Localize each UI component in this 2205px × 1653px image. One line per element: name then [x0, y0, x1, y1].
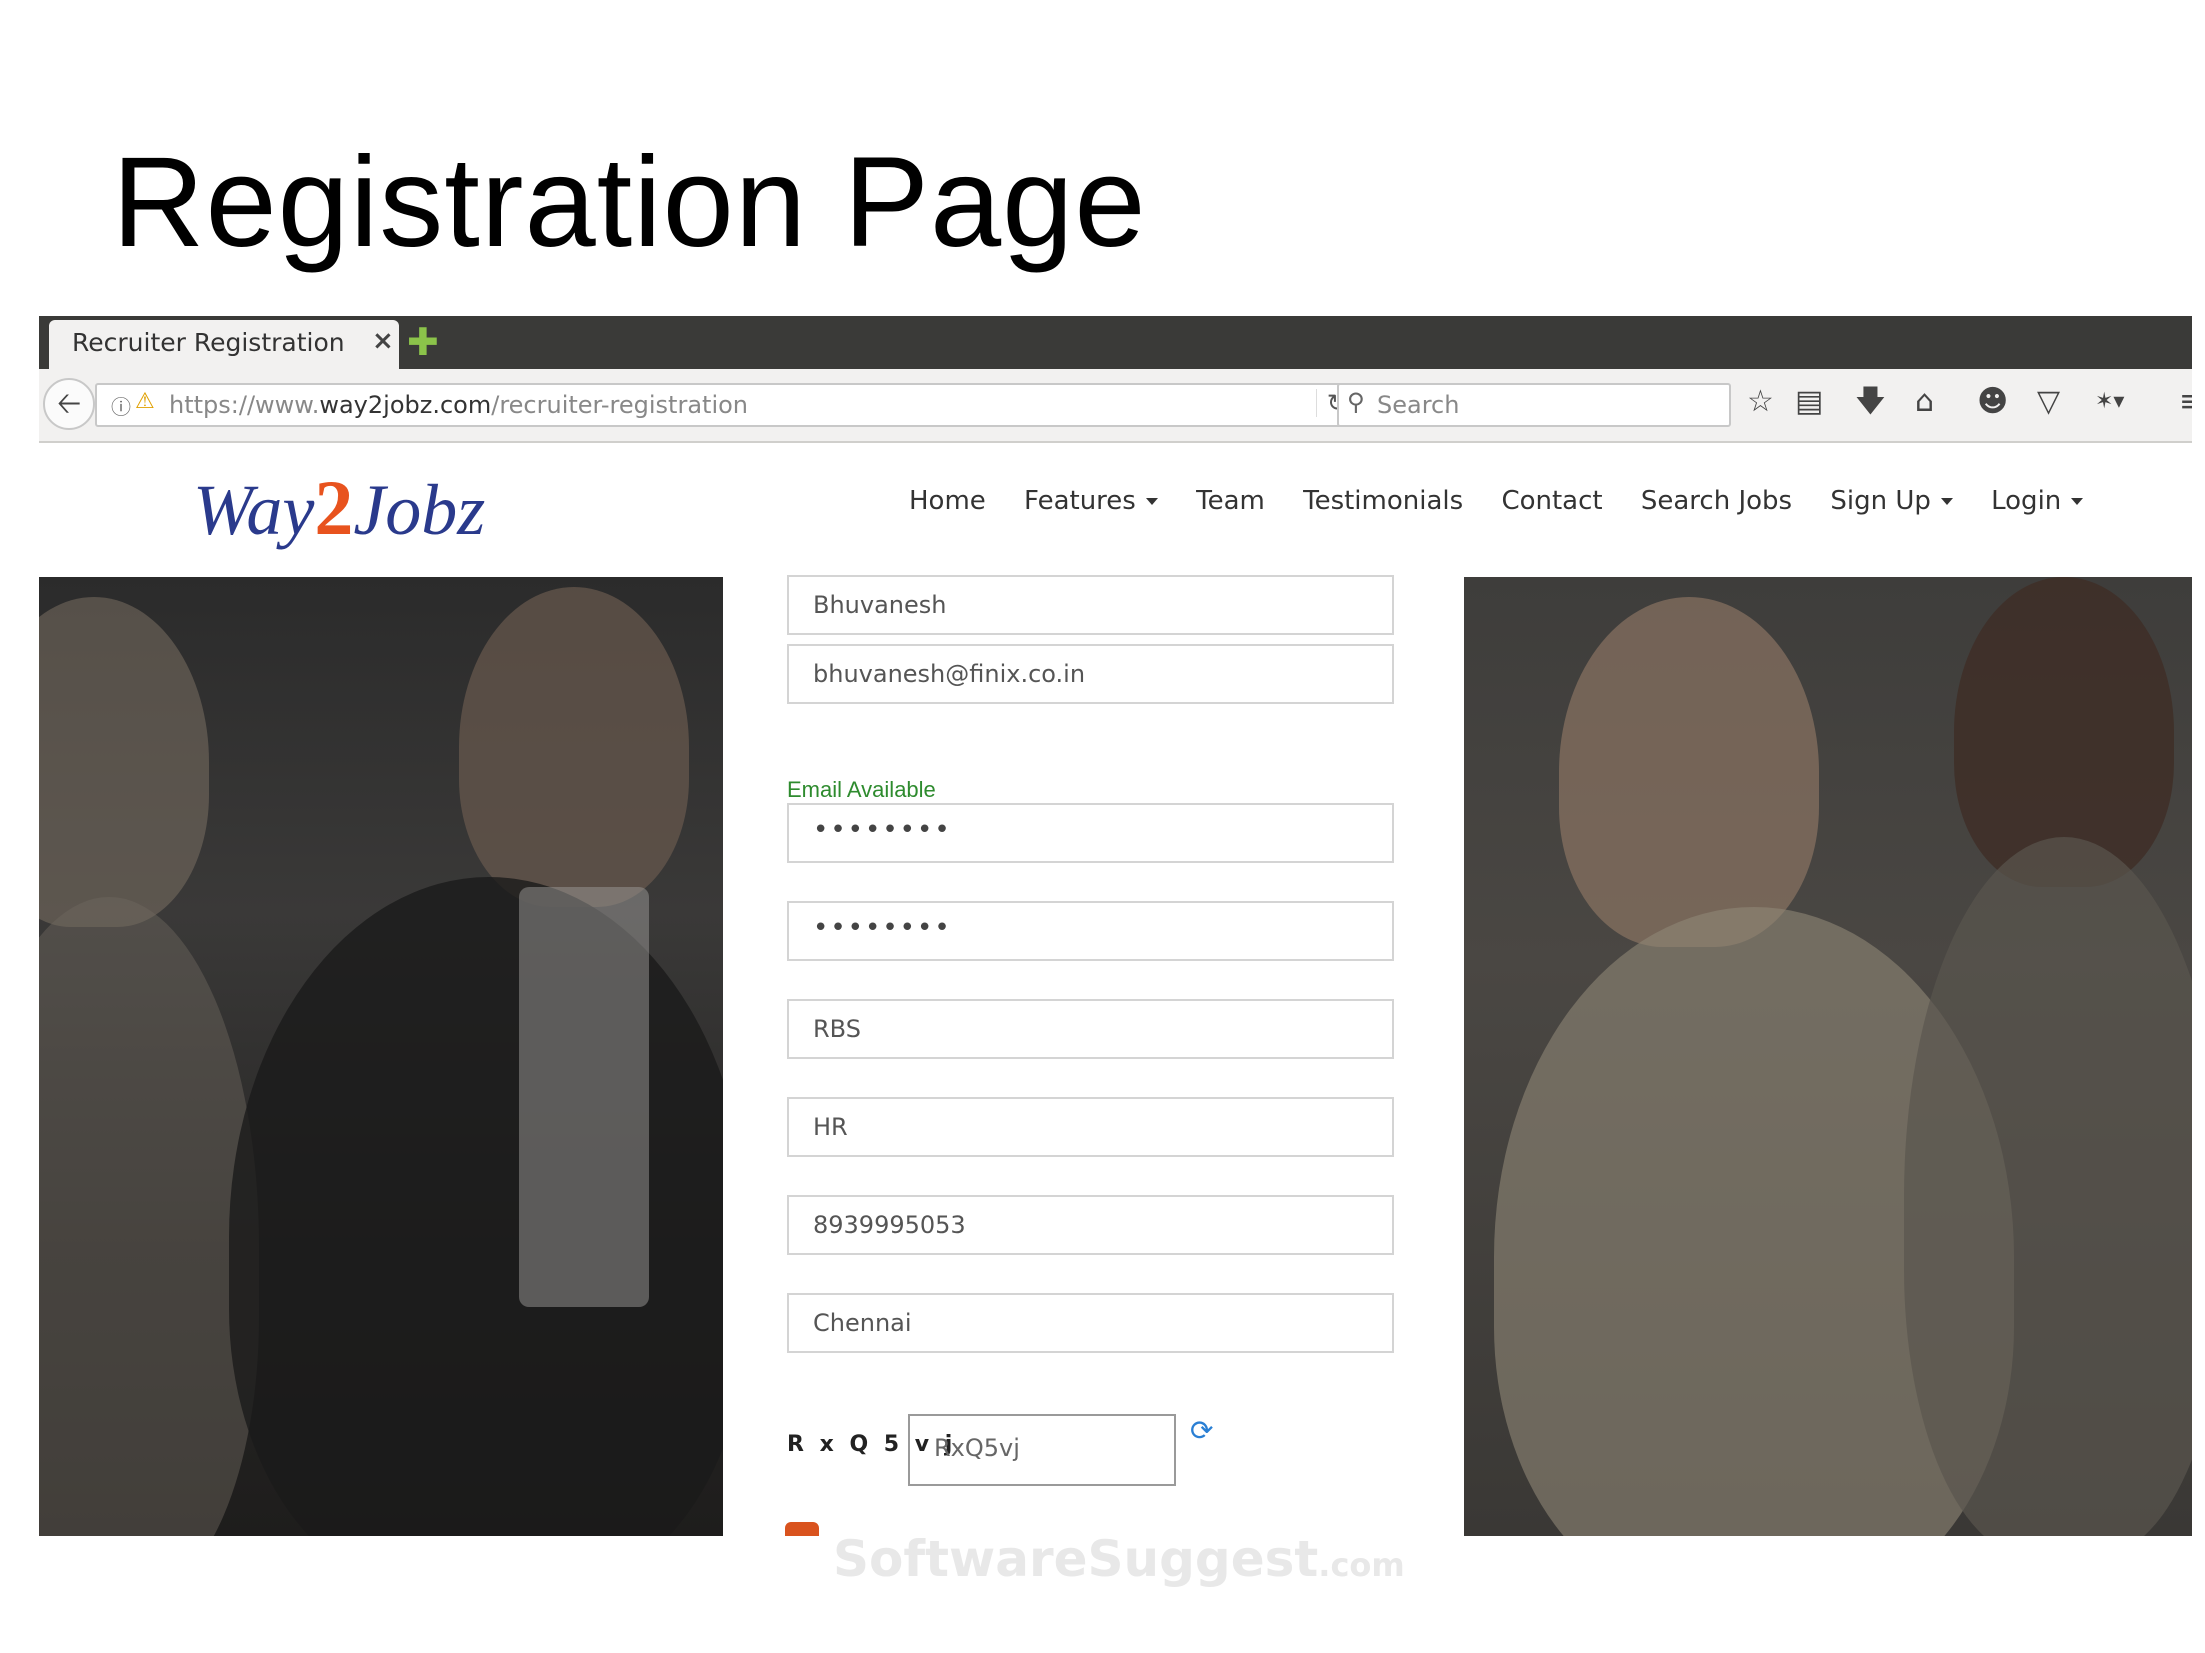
city-field[interactable]: Chennai — [787, 1293, 1394, 1353]
tab-title: Recruiter Registration — [72, 328, 345, 357]
background-photo-right — [1464, 577, 2192, 1536]
background-photo-left — [39, 577, 723, 1536]
bookmark-star-icon[interactable]: ☆ — [1747, 383, 1774, 421]
password-field[interactable]: •••••••• — [787, 803, 1394, 863]
site-header: Way2Jobz Home Features Team Testimonials… — [39, 443, 2192, 577]
nav-team[interactable]: Team — [1196, 486, 1265, 516]
person-silhouette — [39, 897, 259, 1536]
new-tab-icon[interactable]: ✚ — [407, 322, 439, 362]
chat-icon[interactable]: ☻ — [1977, 383, 2008, 421]
designation-field[interactable]: HR — [787, 1097, 1394, 1157]
registration-form: Bhuvanesh bhuvanesh@finix.co.in Email Av… — [723, 575, 1464, 1536]
name-field[interactable]: Bhuvanesh — [787, 575, 1394, 635]
email-status: Email Available — [787, 777, 936, 802]
person-silhouette — [459, 587, 689, 907]
download-icon[interactable]: 🡇 — [1855, 383, 1886, 421]
nav-features[interactable]: Features — [1024, 486, 1158, 516]
slide-title: Registration Page — [112, 131, 1147, 274]
clipboard-icon[interactable]: ▤ — [1795, 383, 1823, 421]
menu-icon[interactable]: ≡ — [2179, 383, 2192, 421]
person-silhouette — [1904, 837, 2192, 1536]
nav-home[interactable]: Home — [909, 486, 986, 516]
nav-bar: 🡠 ⓘ ⚠ https://www.way2jobz.com/recruiter… — [39, 369, 2192, 443]
search-icon: ⚲ — [1347, 388, 1365, 416]
url-bar[interactable]: ⓘ ⚠ https://www.way2jobz.com/recruiter-r… — [95, 383, 1361, 427]
main-menu: Home Features Team Testimonials Contact … — [909, 486, 2113, 516]
nav-sign-up[interactable]: Sign Up — [1830, 486, 1953, 516]
email-field[interactable]: bhuvanesh@finix.co.in — [787, 644, 1394, 704]
back-arrow-icon[interactable]: 🡠 — [43, 378, 95, 430]
nav-search-jobs[interactable]: Search Jobs — [1641, 486, 1792, 516]
chevron-down-icon — [2071, 498, 2084, 505]
submit-button[interactable] — [785, 1522, 819, 1536]
lock-warning-icon[interactable]: ⚠ — [135, 389, 155, 414]
search-placeholder: Search — [1377, 391, 1460, 419]
extension-icon[interactable]: ✶▾ — [2095, 383, 2124, 421]
close-icon[interactable]: × — [372, 326, 394, 356]
home-icon[interactable]: ⌂ — [1915, 383, 1934, 421]
nav-testimonials[interactable]: Testimonials — [1303, 486, 1463, 516]
nav-login[interactable]: Login — [1991, 486, 2084, 516]
person-silhouette — [39, 597, 209, 927]
nav-contact[interactable]: Contact — [1501, 486, 1602, 516]
browser-screenshot: Recruiter Registration × ✚ 🡠 ⓘ ⚠ https:/… — [39, 316, 2192, 1536]
phone-field[interactable]: 8939995053 — [787, 1195, 1394, 1255]
way2jobz-logo[interactable]: Way2Jobz — [193, 463, 485, 553]
captcha-input[interactable]: RxQ5vj — [908, 1414, 1176, 1486]
pocket-icon[interactable]: ▽ — [2037, 383, 2060, 421]
info-icon[interactable]: ⓘ — [111, 391, 131, 420]
tab-recruiter-registration[interactable]: Recruiter Registration × — [49, 320, 399, 369]
company-field[interactable]: RBS — [787, 999, 1394, 1059]
person-silhouette — [519, 887, 649, 1307]
url-text[interactable]: https://www.way2jobz.com/recruiter-regis… — [169, 391, 748, 419]
search-input[interactable]: ⚲ Search — [1337, 383, 1731, 427]
chevron-down-icon — [1940, 498, 1953, 505]
tab-bar: Recruiter Registration × ✚ — [39, 316, 2192, 369]
person-silhouette — [1559, 597, 1819, 947]
refresh-icon[interactable]: ⟳ — [1190, 1414, 1213, 1447]
confirm-password-field[interactable]: •••••••• — [787, 901, 1394, 961]
watermark: SoftwareSuggest.com — [833, 1530, 1405, 1588]
chevron-down-icon — [1145, 498, 1158, 505]
